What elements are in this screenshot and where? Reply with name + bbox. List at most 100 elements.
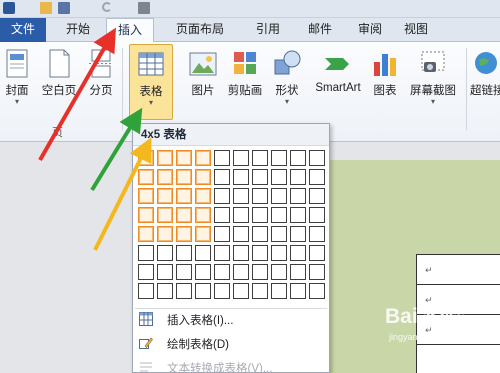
grid-cell[interactable] (138, 264, 154, 280)
grid-cell[interactable] (138, 188, 154, 204)
tab-file[interactable]: 文件 (0, 18, 46, 42)
grid-cell[interactable] (157, 226, 173, 242)
grid-cell[interactable] (157, 169, 173, 185)
grid-cell[interactable] (157, 207, 173, 223)
grid-cell[interactable] (271, 150, 287, 166)
grid-cell[interactable] (309, 169, 325, 185)
screenshot-button[interactable]: 屏幕截图 ▾ (404, 42, 462, 124)
grid-cell[interactable] (309, 245, 325, 261)
grid-cell[interactable] (233, 264, 249, 280)
tab-home[interactable]: 开始 (52, 18, 104, 42)
page-break-button[interactable]: 分页 (84, 42, 118, 124)
grid-cell[interactable] (290, 188, 306, 204)
grid-cell[interactable] (176, 264, 192, 280)
grid-cell[interactable] (176, 207, 192, 223)
grid-cell[interactable] (309, 150, 325, 166)
grid-cell[interactable] (176, 169, 192, 185)
grid-cell[interactable] (214, 188, 230, 204)
grid-cell[interactable] (290, 226, 306, 242)
hyperlink-button[interactable]: 超链接 (468, 42, 500, 124)
grid-cell[interactable] (290, 169, 306, 185)
grid-cell[interactable] (157, 264, 173, 280)
grid-cell[interactable] (252, 245, 268, 261)
clip-art-button[interactable]: 剪贴画 (224, 42, 266, 124)
grid-cell[interactable] (214, 207, 230, 223)
grid-cell[interactable] (309, 207, 325, 223)
convert-text-to-table-menu-item[interactable]: 文本转换成表格(V)... (133, 356, 329, 373)
blank-page-button[interactable]: 空白页 (38, 42, 80, 124)
grid-cell[interactable] (176, 226, 192, 242)
grid-cell[interactable] (252, 264, 268, 280)
grid-cell[interactable] (214, 226, 230, 242)
grid-cell[interactable] (290, 207, 306, 223)
grid-cell[interactable] (252, 283, 268, 299)
grid-cell[interactable] (252, 226, 268, 242)
grid-cell[interactable] (157, 283, 173, 299)
tab-view[interactable]: 视图 (392, 18, 440, 42)
grid-cell[interactable] (195, 245, 211, 261)
grid-cell[interactable] (138, 245, 154, 261)
grid-cell[interactable] (157, 245, 173, 261)
grid-cell[interactable] (309, 264, 325, 280)
grid-cell[interactable] (271, 245, 287, 261)
grid-cell[interactable] (252, 188, 268, 204)
grid-cell[interactable] (195, 150, 211, 166)
table-button[interactable]: 表格 ▾ (129, 44, 173, 120)
grid-cell[interactable] (290, 245, 306, 261)
tab-references[interactable]: 引用 (244, 18, 292, 42)
grid-cell[interactable] (271, 188, 287, 204)
grid-cell[interactable] (290, 264, 306, 280)
grid-cell[interactable] (157, 150, 173, 166)
grid-cell[interactable] (271, 169, 287, 185)
grid-cell[interactable] (271, 226, 287, 242)
grid-cell[interactable] (138, 169, 154, 185)
grid-cell[interactable] (233, 245, 249, 261)
grid-cell[interactable] (176, 245, 192, 261)
grid-cell[interactable] (138, 283, 154, 299)
grid-cell[interactable] (271, 207, 287, 223)
grid-cell[interactable] (233, 226, 249, 242)
grid-cell[interactable] (214, 283, 230, 299)
shapes-button[interactable]: 形状 ▾ (268, 42, 306, 124)
tab-insert[interactable]: 插入 (106, 18, 154, 43)
grid-cell[interactable] (214, 264, 230, 280)
cover-page-button[interactable]: 封面 ▾ (0, 42, 34, 124)
grid-cell[interactable] (233, 169, 249, 185)
grid-cell[interactable] (233, 188, 249, 204)
chart-button[interactable]: 图表 (368, 42, 402, 124)
grid-cell[interactable] (214, 169, 230, 185)
grid-cell[interactable] (157, 188, 173, 204)
grid-cell[interactable] (271, 264, 287, 280)
print-preview-icon[interactable] (138, 2, 150, 14)
grid-cell[interactable] (271, 283, 287, 299)
grid-cell[interactable] (195, 226, 211, 242)
undo-icon[interactable] (102, 2, 112, 12)
smartart-button[interactable]: SmartArt (308, 42, 368, 124)
grid-cell[interactable] (138, 207, 154, 223)
draw-table-menu-item[interactable]: 绘制表格(D) (133, 332, 329, 354)
grid-cell[interactable] (309, 283, 325, 299)
grid-cell[interactable] (309, 188, 325, 204)
grid-cell[interactable] (195, 283, 211, 299)
picture-button[interactable]: 图片 (184, 42, 222, 124)
grid-cell[interactable] (195, 169, 211, 185)
grid-cell[interactable] (195, 264, 211, 280)
grid-cell[interactable] (138, 226, 154, 242)
grid-cell[interactable] (138, 150, 154, 166)
save-icon[interactable] (58, 2, 70, 14)
grid-cell[interactable] (252, 207, 268, 223)
grid-cell[interactable] (214, 245, 230, 261)
insert-table-menu-item[interactable]: 插入表格(I)... (133, 308, 329, 330)
grid-cell[interactable] (290, 283, 306, 299)
grid-cell[interactable] (233, 150, 249, 166)
grid-cell[interactable] (176, 283, 192, 299)
grid-cell[interactable] (195, 207, 211, 223)
grid-cell[interactable] (214, 150, 230, 166)
grid-cell[interactable] (233, 207, 249, 223)
grid-cell[interactable] (309, 226, 325, 242)
grid-cell[interactable] (195, 188, 211, 204)
grid-cell[interactable] (252, 150, 268, 166)
tab-page-layout[interactable]: 页面布局 (160, 18, 240, 42)
grid-cell[interactable] (176, 150, 192, 166)
grid-cell[interactable] (252, 169, 268, 185)
